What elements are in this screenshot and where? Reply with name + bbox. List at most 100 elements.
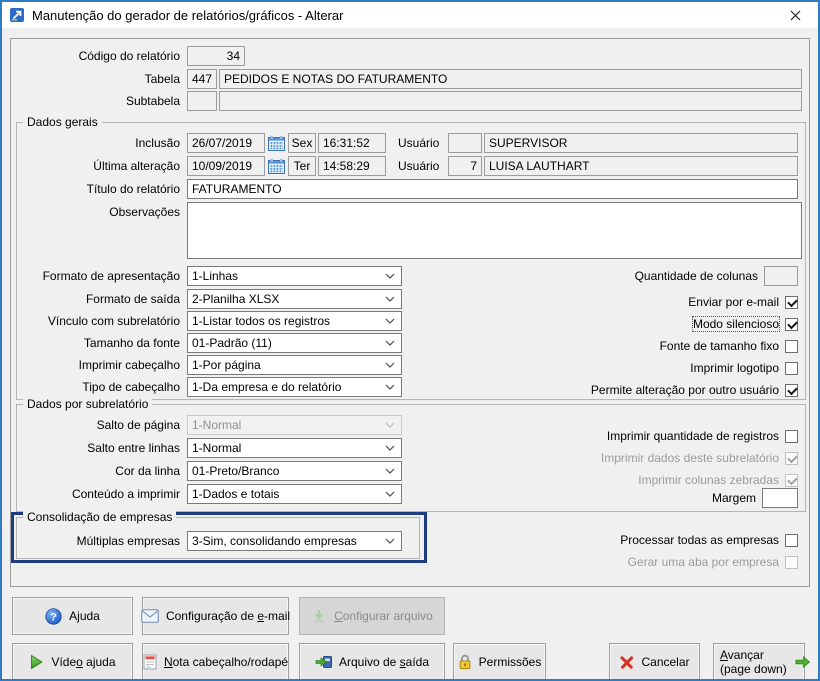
next-button[interactable]: Avançar (page down): [713, 643, 805, 681]
imprimir-logotipo-checkbox[interactable]: [785, 362, 798, 375]
chevron-down-icon: [385, 273, 395, 279]
tamanho-fonte-select[interactable]: 01-Padrão (11): [187, 333, 402, 353]
usuario2-number-field: [448, 156, 482, 176]
gerar-aba-empresa-checkbox: [785, 556, 798, 569]
multiplas-empresas-row: Múltiplas empresas 3-Sim, consolidando e…: [12, 531, 402, 551]
observacoes-field[interactable]: [187, 202, 802, 259]
imprimir-logotipo-label: Imprimir logotipo: [690, 361, 779, 375]
multiplas-empresas-label: Múltiplas empresas: [12, 534, 187, 548]
help-button[interactable]: ? Ajuda: [12, 597, 133, 635]
titulo-field[interactable]: [187, 179, 798, 199]
config-file-icon: [311, 608, 327, 624]
consolidacao-legend: Consolidação de empresas: [23, 510, 176, 525]
permissions-button[interactable]: Permissões: [453, 643, 546, 681]
chevron-down-icon: [385, 296, 395, 302]
imprimir-qtd-registros-label: Imprimir quantidade de registros: [607, 429, 779, 443]
subtabela-name-field: [219, 91, 802, 111]
next-icon: [794, 655, 811, 669]
help-icon: ?: [45, 608, 62, 625]
output-file-button[interactable]: Arquivo de saída: [299, 643, 445, 681]
permite-alteracao-label: Permite alteração por outro usuário: [591, 383, 779, 397]
alteracao-time-field: [318, 156, 386, 176]
quantidade-colunas-label: Quantidade de colunas: [635, 269, 758, 283]
margem-label: Margem: [712, 491, 756, 505]
app-icon: [9, 7, 25, 23]
cor-linha-select[interactable]: 01-Preto/Branco: [187, 461, 402, 481]
imprimir-colunas-zebradas-label: Imprimir colunas zebradas: [638, 473, 779, 487]
tipo-cabecalho-select[interactable]: 1-Da empresa e do relatório: [187, 377, 402, 397]
imprimir-dados-subrel-row: Imprimir dados deste subrelatório: [601, 448, 798, 468]
lock-icon: [458, 654, 472, 670]
chevron-down-icon: [385, 340, 395, 346]
subtabela-row: Subtabela: [12, 91, 802, 111]
enviar-email-checkbox[interactable]: [785, 296, 798, 309]
modo-silencioso-checkbox[interactable]: [785, 318, 798, 331]
enviar-email-row: Enviar por e-mail: [688, 292, 798, 312]
vinculo-subrelatorio-label: Vínculo com subrelatório: [12, 314, 187, 328]
cor-linha-row: Cor da linha 01-Preto/Branco: [12, 461, 402, 481]
dados-gerais-legend: Dados gerais: [23, 115, 102, 130]
video-help-button[interactable]: Vídeo ajuda: [12, 643, 133, 681]
salto-linhas-select[interactable]: 1-Normal: [187, 438, 402, 458]
tabela-row: Tabela: [12, 69, 802, 89]
tabela-label: Tabela: [12, 72, 187, 86]
observacoes-label: Observações: [12, 205, 187, 219]
quantidade-colunas-field: [764, 266, 798, 286]
header-note-button[interactable]: Nota cabeçalho/rodapé: [142, 643, 289, 681]
vinculo-subrelatorio-select[interactable]: 1-Listar todos os registros: [187, 311, 402, 331]
salto-linhas-label: Salto entre linhas: [12, 441, 187, 455]
fonte-fixa-checkbox[interactable]: [785, 340, 798, 353]
inclusao-time-field: [318, 133, 386, 153]
calendar-icon[interactable]: [267, 134, 286, 153]
multiplas-empresas-select[interactable]: 3-Sim, consolidando empresas: [187, 531, 402, 551]
note-icon: [143, 654, 157, 670]
margem-field[interactable]: [762, 488, 798, 508]
conteudo-imprimir-select[interactable]: 1-Dados e totais: [187, 484, 402, 504]
titulo-row: Título do relatório: [12, 179, 798, 199]
close-icon[interactable]: [773, 2, 818, 28]
tamanho-fonte-row: Tamanho da fonte 01-Padrão (11): [12, 333, 402, 353]
inclusao-date-field: [187, 133, 265, 153]
salto-pagina-label: Salto de página: [12, 418, 187, 432]
imprimir-logotipo-row: Imprimir logotipo: [690, 358, 798, 378]
inclusao-row: Inclusão Usuário: [12, 133, 798, 153]
usuario1-number-field: [448, 133, 482, 153]
export-icon: [315, 654, 332, 670]
calendar-icon[interactable]: [267, 157, 286, 176]
formato-apresentacao-select[interactable]: 1-Linhas: [187, 266, 402, 286]
chevron-down-icon: [385, 491, 395, 497]
formato-apresentacao-label: Formato de apresentação: [12, 269, 187, 283]
imprimir-dados-subrel-checkbox: [785, 452, 798, 465]
enviar-email-label: Enviar por e-mail: [688, 295, 779, 309]
alteracao-label: Última alteração: [12, 159, 187, 173]
permite-alteracao-checkbox[interactable]: [785, 384, 798, 397]
email-config-button[interactable]: Configuração de e-mail: [142, 597, 289, 635]
inclusao-label: Inclusão: [12, 136, 187, 150]
chevron-down-icon: [385, 384, 395, 390]
imprimir-qtd-registros-checkbox[interactable]: [785, 430, 798, 443]
processar-empresas-checkbox[interactable]: [785, 534, 798, 547]
subtabela-label: Subtabela: [12, 94, 187, 108]
salto-pagina-select: 1-Normal: [187, 415, 402, 435]
alteracao-date-field: [187, 156, 265, 176]
cancel-button[interactable]: Cancelar: [609, 643, 700, 681]
codigo-field: [187, 46, 245, 66]
permite-alteracao-row: Permite alteração por outro usuário: [591, 380, 798, 400]
imprimir-cabecalho-select[interactable]: 1-Por página: [187, 355, 402, 375]
imprimir-cabecalho-row: Imprimir cabeçalho 1-Por página: [12, 355, 402, 375]
gerar-aba-empresa-row: Gerar uma aba por empresa: [628, 552, 798, 572]
formato-saida-row: Formato de saída 2-Planilha XLSX: [12, 289, 402, 309]
formato-saida-select[interactable]: 2-Planilha XLSX: [187, 289, 402, 309]
chevron-down-icon: [385, 468, 395, 474]
usuario2-name-field: [484, 156, 798, 176]
configure-file-button: Configurar arquivo: [299, 597, 445, 635]
formato-saida-label: Formato de saída: [12, 292, 187, 306]
cor-linha-label: Cor da linha: [12, 464, 187, 478]
subtabela-number-field: [187, 91, 217, 111]
chevron-down-icon: [385, 318, 395, 324]
alteracao-weekday-field: [288, 156, 316, 176]
usuario1-name-field: [484, 133, 798, 153]
modo-silencioso-row: Modo silencioso: [693, 314, 798, 334]
salto-pagina-row: Salto de página 1-Normal: [12, 415, 402, 435]
fonte-fixa-row: Fonte de tamanho fixo: [660, 336, 798, 356]
